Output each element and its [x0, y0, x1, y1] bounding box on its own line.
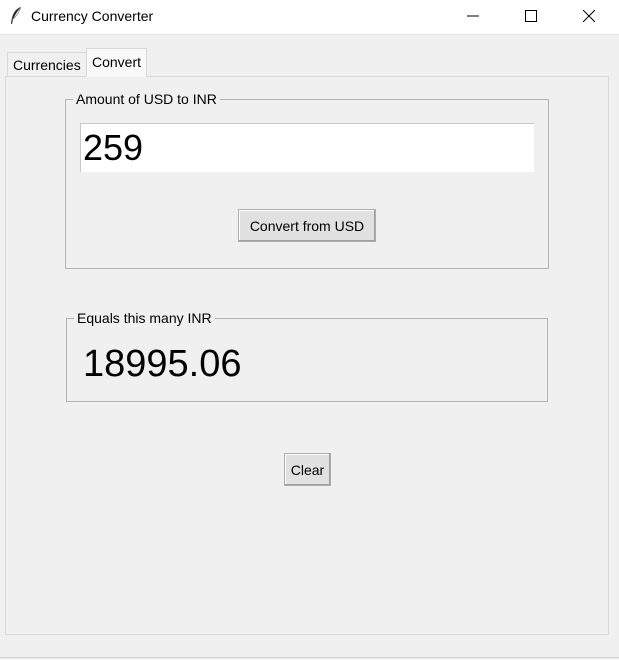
tab-currencies[interactable]: Currencies — [7, 52, 87, 76]
minimize-icon — [467, 15, 479, 17]
minimize-button[interactable] — [450, 0, 496, 32]
window-title: Currency Converter — [31, 8, 154, 24]
convert-button[interactable]: Convert from USD — [238, 209, 376, 242]
amount-frame-label: Amount of USD to INR — [73, 90, 220, 108]
feather-icon — [11, 6, 22, 24]
result-value: 18995.06 — [83, 343, 242, 385]
window-bottom-border — [0, 657, 619, 658]
title-bar: Currency Converter — [0, 0, 619, 35]
tab-convert[interactable]: Convert — [86, 48, 148, 77]
result-frame-label: Equals this many INR — [74, 309, 215, 327]
maximize-button[interactable] — [508, 0, 554, 32]
close-button[interactable] — [566, 0, 612, 32]
close-icon — [583, 10, 595, 22]
amount-input[interactable] — [80, 123, 534, 172]
clear-button[interactable]: Clear — [284, 453, 331, 486]
maximize-icon — [525, 10, 537, 22]
